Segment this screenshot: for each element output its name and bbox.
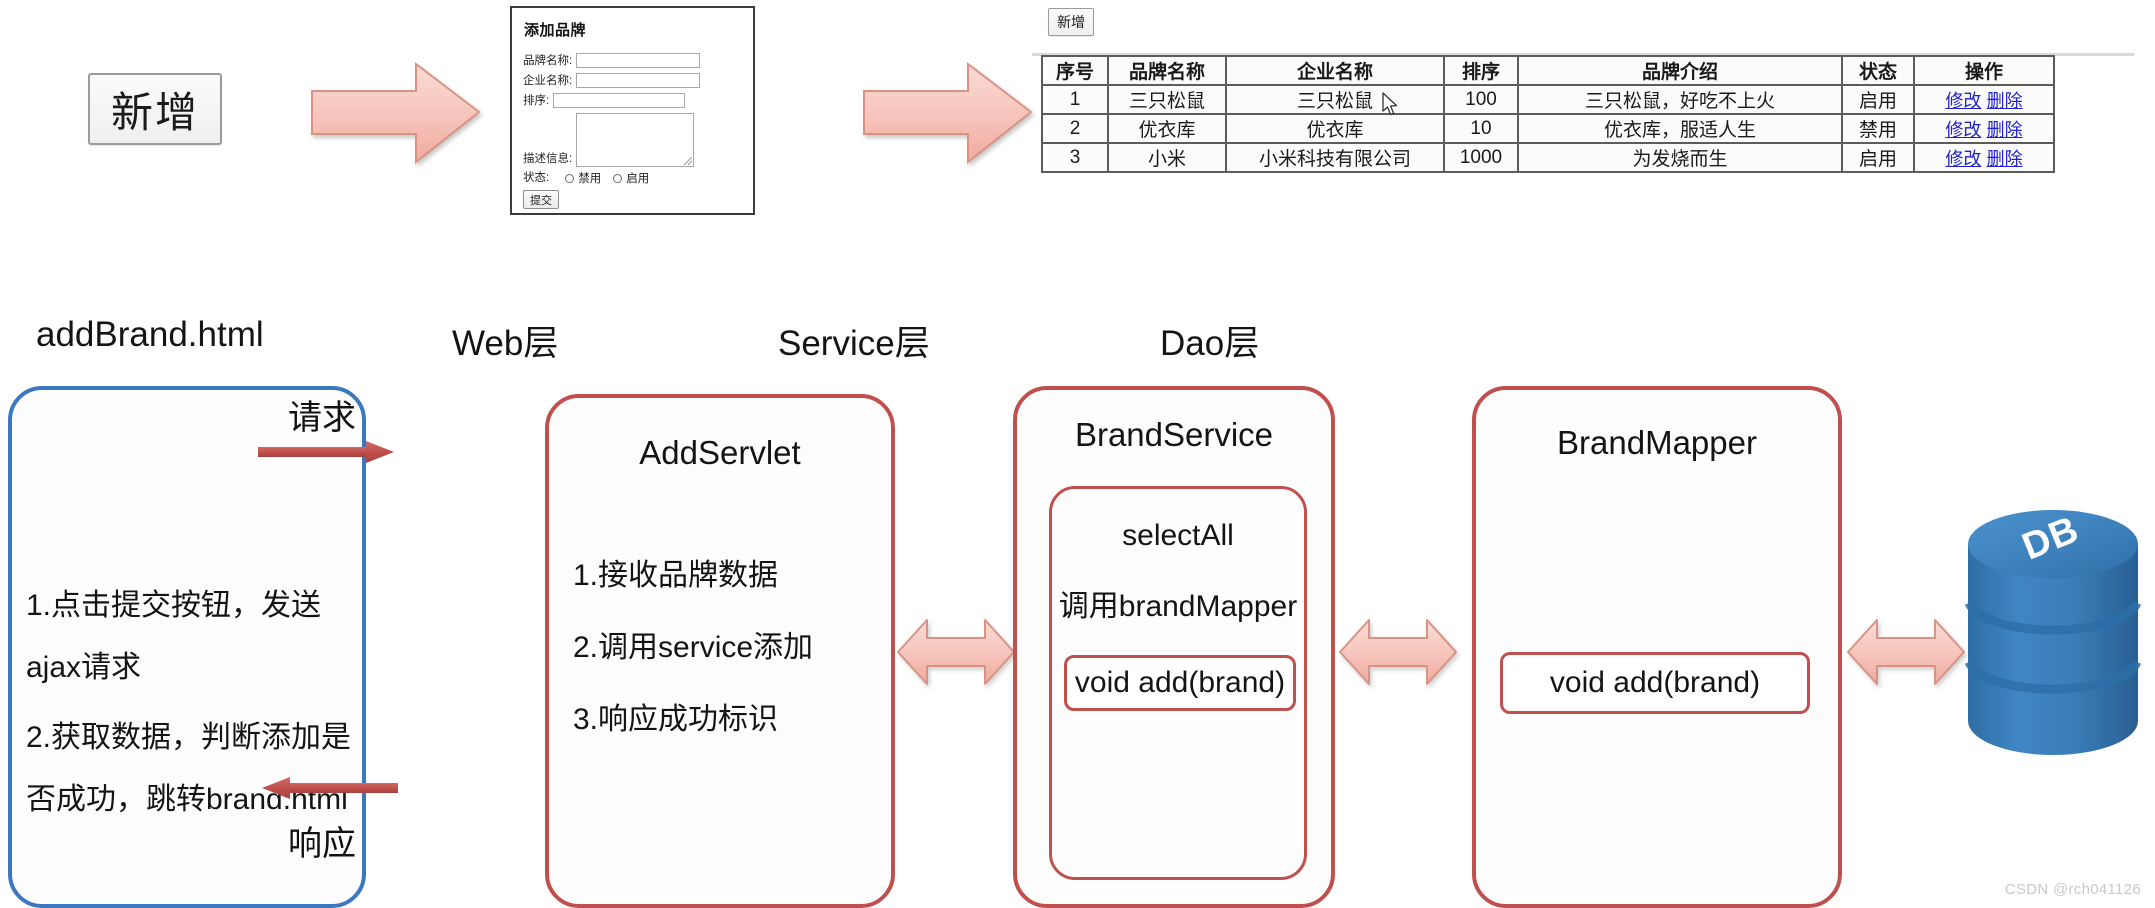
- cell-index: 2: [1041, 113, 1109, 144]
- description-textarea[interactable]: [576, 113, 695, 167]
- service-inner-line: 调用brandMapper: [1058, 590, 1298, 623]
- cell-company: 优衣库: [1225, 113, 1445, 144]
- add-new-button-small-label: 新增: [1057, 14, 1085, 30]
- header-brand-name: 品牌名称: [1107, 55, 1227, 86]
- cell-status: 启用: [1841, 142, 1915, 173]
- cell-operation: 修改 删除: [1913, 84, 2055, 115]
- add-new-button-small[interactable]: 新增: [1048, 8, 1094, 36]
- servlet-title: AddServlet: [639, 434, 801, 471]
- form-row-order: 排序:: [523, 93, 742, 109]
- service-mapper-connector-icon: [1337, 608, 1459, 701]
- description-label: 描述信息:: [523, 153, 573, 165]
- header-status: 状态: [1841, 55, 1915, 86]
- table-header-row: 序号 品牌名称 企业名称 排序 品牌介绍 状态 操作: [1041, 55, 2055, 86]
- layer-caption-addbrand: addBrand.html: [36, 315, 264, 354]
- service-box: BrandService selectAll 调用brandMapper voi…: [1013, 386, 1335, 908]
- service-method-label: void add(brand): [1074, 666, 1286, 699]
- cell-operation: 修改 删除: [1913, 113, 2055, 144]
- brand-table: 序号 品牌名称 企业名称 排序 品牌介绍 状态 操作 1 三只松鼠 三只松鼠 1…: [1041, 55, 2055, 173]
- add-new-button-large-label: 新增: [110, 88, 199, 136]
- delete-link[interactable]: 删除: [1987, 149, 2023, 169]
- client-line-1: 1.点击提交按钮，发送: [26, 589, 322, 622]
- status-option-disabled-label: 禁用: [578, 173, 602, 185]
- company-name-label: 企业名称:: [523, 75, 573, 87]
- service-selectall-box: selectAll 调用brandMapper void add(brand): [1049, 486, 1307, 880]
- layer-caption-service: Service层: [778, 324, 930, 363]
- layer-caption-web: Web层: [452, 324, 559, 363]
- cell-index: 1: [1041, 84, 1109, 115]
- cell-description: 为发烧而生: [1517, 142, 1843, 173]
- cell-index: 3: [1041, 142, 1109, 173]
- header-index: 序号: [1041, 55, 1109, 86]
- cell-status: 启用: [1841, 84, 1915, 115]
- brand-name-input[interactable]: [576, 53, 701, 68]
- service-title: BrandService: [1074, 416, 1274, 453]
- form-title: 添加品牌: [524, 22, 587, 39]
- form-row-description: 描述信息:: [523, 113, 742, 167]
- cell-company: 小米科技有限公司: [1225, 142, 1445, 173]
- service-inner-title: selectAll: [1122, 519, 1234, 552]
- servlet-line-2: 2.调用service添加: [573, 631, 814, 664]
- response-label: 响应: [288, 825, 356, 863]
- edit-link[interactable]: 修改: [1945, 120, 1981, 140]
- layer-caption-dao: Dao层: [1160, 324, 1260, 363]
- status-radio-enabled[interactable]: [613, 173, 623, 183]
- cell-brand-name: 小米: [1107, 142, 1227, 173]
- cell-operation: 修改 删除: [1913, 142, 2055, 173]
- cell-description: 三只松鼠，好吃不上火: [1517, 84, 1843, 115]
- mapper-method-label: void add(brand): [1549, 666, 1761, 699]
- header-company: 企业名称: [1225, 55, 1445, 86]
- submit-button[interactable]: 提交: [523, 190, 559, 209]
- client-line-2: ajax请求: [26, 651, 142, 684]
- edit-link[interactable]: 修改: [1945, 91, 1981, 111]
- cell-order: 1000: [1443, 142, 1519, 173]
- table-row: 3 小米 小米科技有限公司 1000 为发烧而生 启用 修改 删除: [1041, 142, 2055, 173]
- mapper-box: BrandMapper void add(brand): [1472, 386, 1842, 908]
- mouse-cursor-icon: [1382, 92, 1402, 118]
- header-description: 品牌介绍: [1517, 55, 1843, 86]
- edit-link[interactable]: 修改: [1945, 149, 1981, 169]
- status-label: 状态:: [523, 172, 550, 184]
- diagram-canvas: 新增 添加品牌 品牌名称: 企业名称: 排序: 描述信息: 状态: 禁用 启用 …: [0, 0, 2155, 908]
- request-label: 请求: [288, 399, 356, 437]
- status-option-enabled-label: 启用: [626, 173, 650, 185]
- header-operation: 操作: [1913, 55, 2055, 86]
- table-row: 2 优衣库 优衣库 10 优衣库，服适人生 禁用 修改 删除: [1041, 113, 2055, 144]
- status-radio-disabled[interactable]: [565, 173, 575, 183]
- order-label: 排序:: [523, 95, 550, 107]
- add-brand-form-panel: 添加品牌 品牌名称: 企业名称: 排序: 描述信息: 状态: 禁用 启用 提交: [510, 6, 755, 215]
- flow-arrow-2-icon: [860, 58, 1035, 173]
- delete-link[interactable]: 删除: [1987, 120, 2023, 140]
- submit-button-label: 提交: [530, 194, 552, 207]
- mapper-db-connector-icon: [1845, 608, 1967, 701]
- brand-name-label: 品牌名称:: [523, 55, 573, 67]
- flow-arrow-1-icon: [308, 58, 483, 173]
- service-method-box: void add(brand): [1064, 655, 1296, 711]
- order-input[interactable]: [553, 93, 686, 108]
- cell-status: 禁用: [1841, 113, 1915, 144]
- cell-brand-name: 三只松鼠: [1107, 84, 1227, 115]
- table-row: 1 三只松鼠 三只松鼠 100 三只松鼠，好吃不上火 启用 修改 删除: [1041, 84, 2055, 115]
- form-row-brand-name: 品牌名称:: [523, 53, 742, 69]
- watermark: CSDN @rch041126: [2004, 881, 2141, 898]
- cell-description: 优衣库，服适人生: [1517, 113, 1843, 144]
- cell-brand-name: 优衣库: [1107, 113, 1227, 144]
- servlet-line-3: 3.响应成功标识: [573, 703, 779, 736]
- mapper-method-box: void add(brand): [1500, 652, 1810, 714]
- cell-order: 10: [1443, 113, 1519, 144]
- mapper-title: BrandMapper: [1557, 424, 1757, 461]
- servlet-service-connector-icon: [895, 608, 1017, 701]
- header-order: 排序: [1443, 55, 1519, 86]
- add-new-button-large[interactable]: 新增: [88, 73, 222, 145]
- form-row-status: 状态: 禁用 启用: [523, 170, 742, 186]
- cell-company: 三只松鼠: [1225, 84, 1445, 115]
- form-row-company-name: 企业名称:: [523, 73, 742, 89]
- servlet-line-1: 1.接收品牌数据: [573, 559, 779, 592]
- client-line-3: 2.获取数据，判断添加是: [26, 721, 352, 754]
- database-cylinder: DB: [1958, 500, 2148, 765]
- cell-order: 100: [1443, 84, 1519, 115]
- servlet-box: AddServlet 1.接收品牌数据 2.调用service添加 3.响应成功…: [545, 394, 895, 908]
- company-name-input[interactable]: [576, 73, 701, 88]
- delete-link[interactable]: 删除: [1987, 91, 2023, 111]
